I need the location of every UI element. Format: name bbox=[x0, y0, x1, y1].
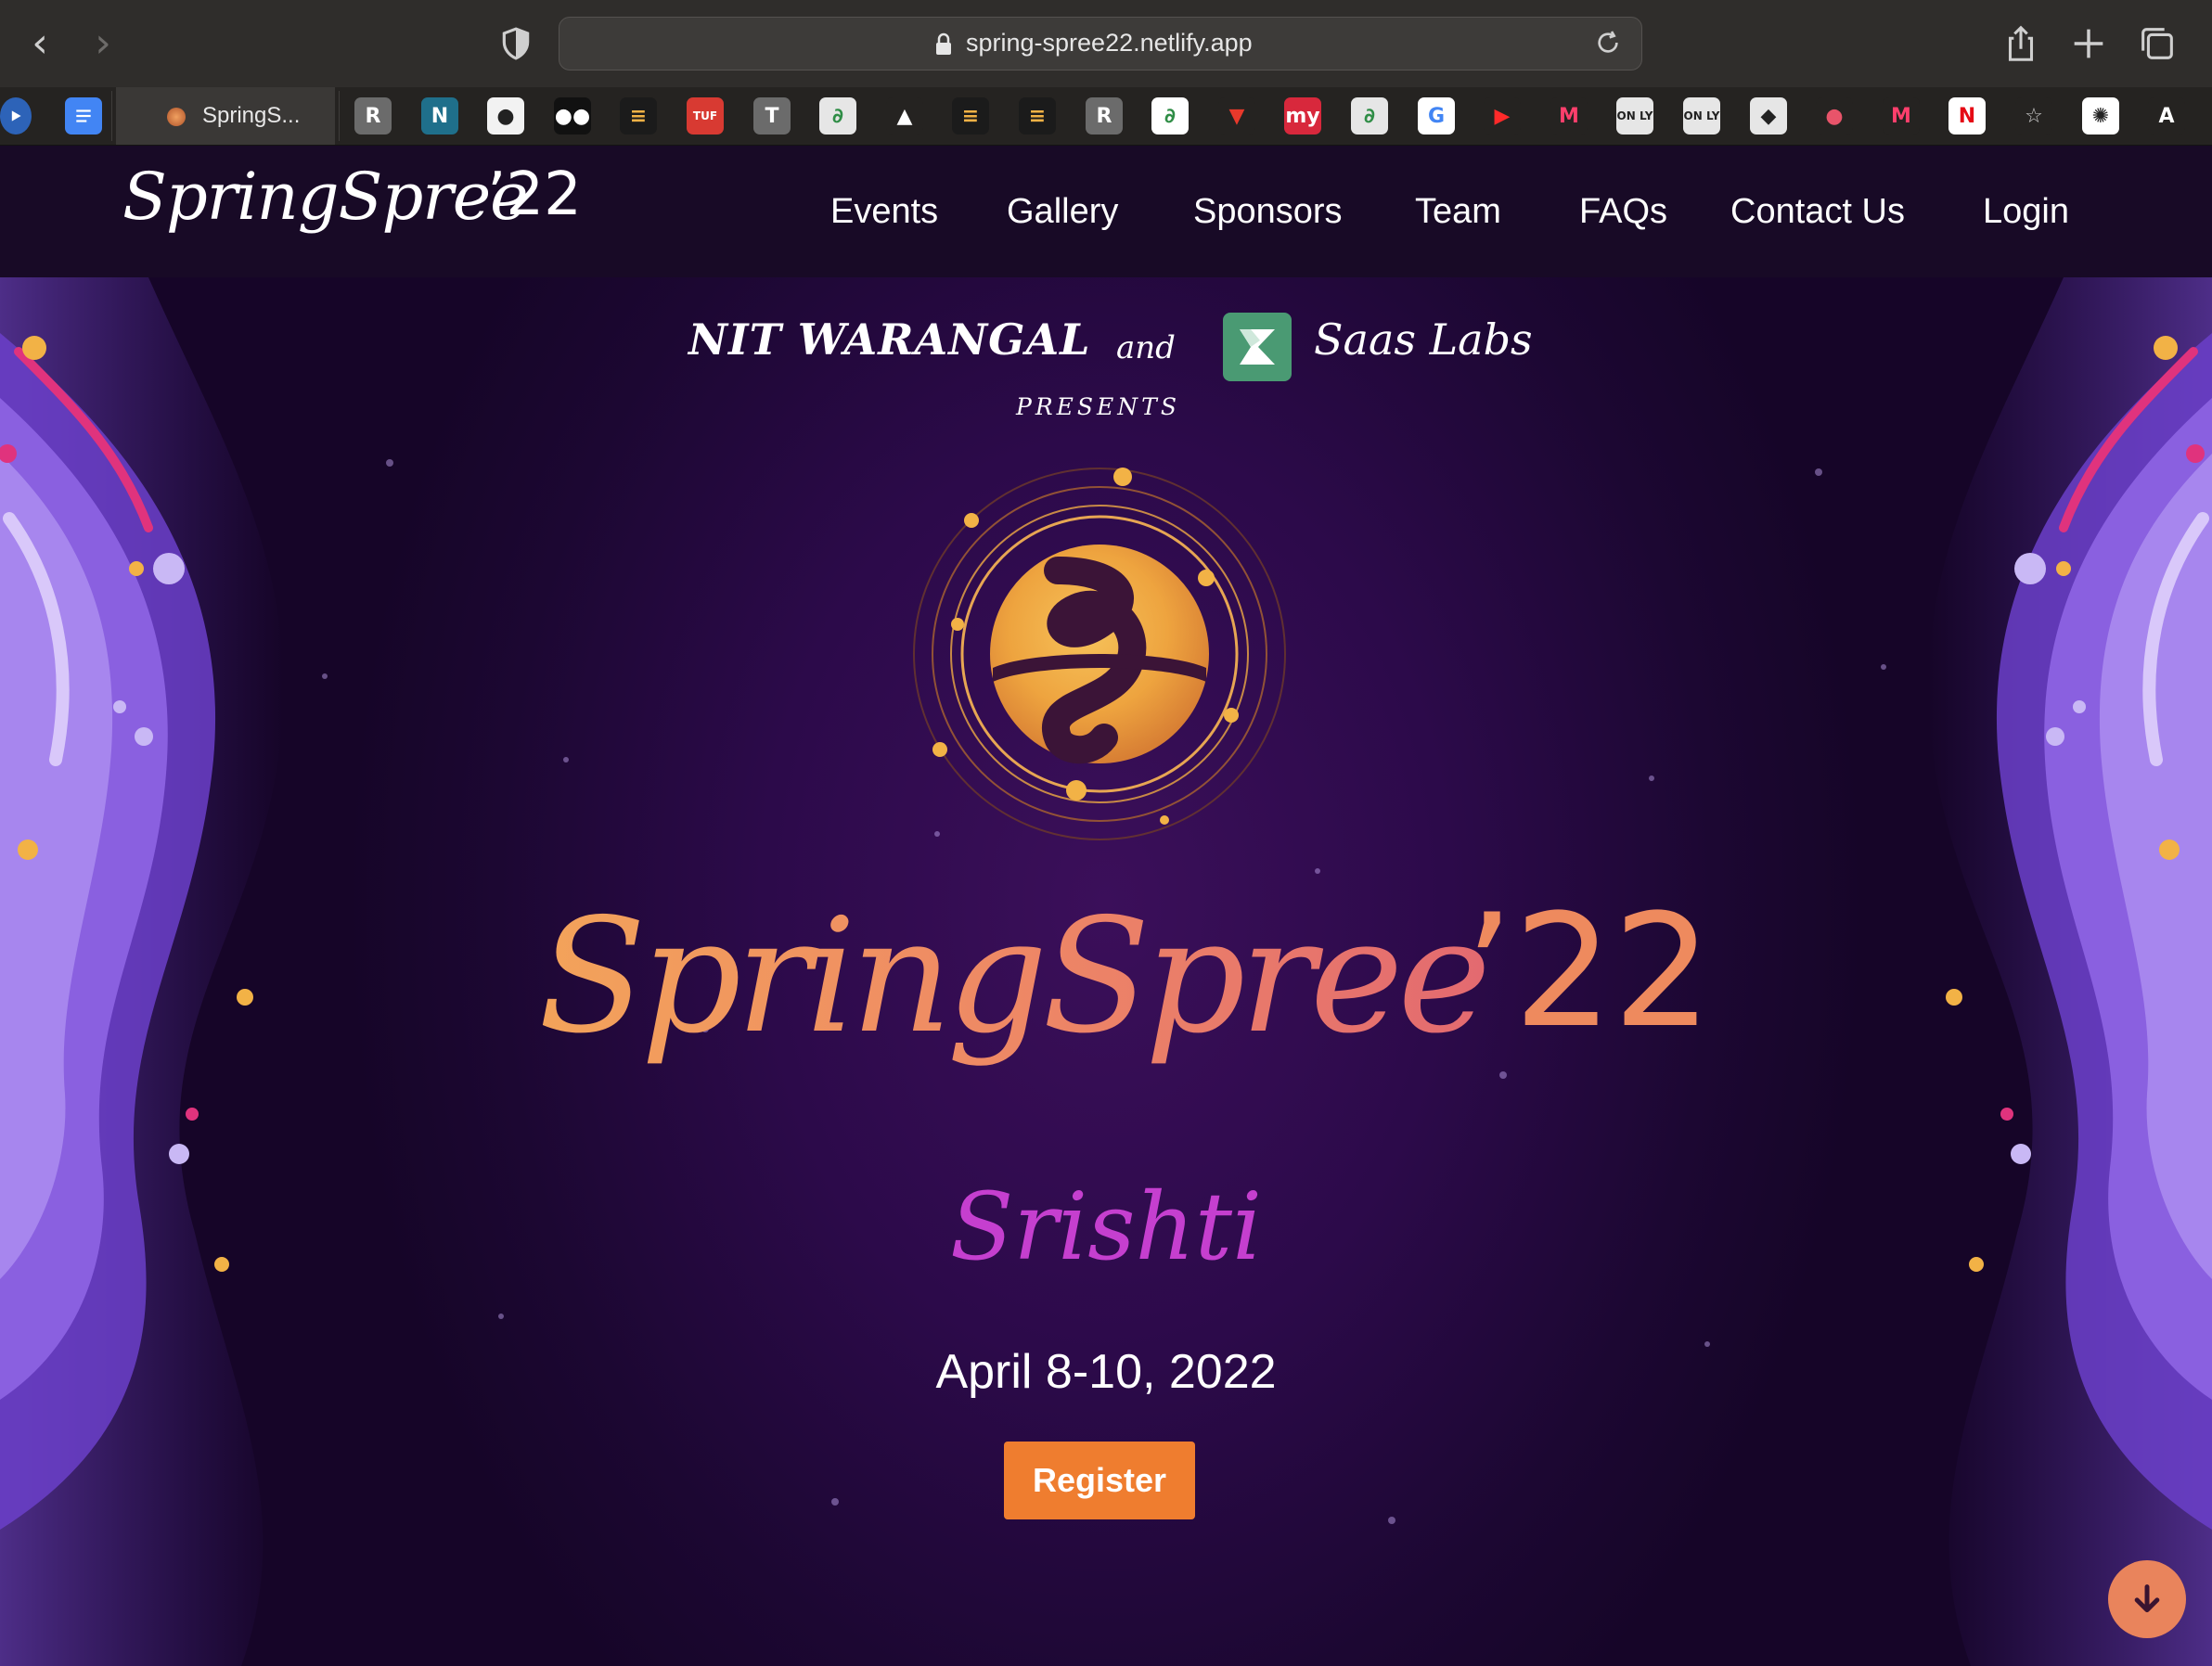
geeksforgeeks-icon[interactable]: ∂ bbox=[1151, 97, 1189, 135]
scroll-down-button[interactable] bbox=[2108, 1560, 2186, 1638]
bookmark-separator bbox=[339, 91, 340, 141]
register-button[interactable]: Register bbox=[1004, 1442, 1195, 1519]
t-icon[interactable]: T bbox=[753, 97, 791, 135]
site-logo[interactable]: SpringSpree bbox=[122, 159, 529, 235]
presents-text: PRESENTS bbox=[1016, 393, 1180, 420]
event-title: SpringSpree bbox=[538, 885, 1491, 1069]
nav-sponsors[interactable]: Sponsors bbox=[1193, 192, 1343, 232]
google-icon[interactable]: G bbox=[1418, 97, 1455, 135]
shield-icon[interactable] bbox=[498, 26, 534, 61]
only-icon[interactable]: ON LY bbox=[1616, 97, 1653, 135]
arrow-down-icon bbox=[2134, 1584, 2160, 1613]
forward-icon[interactable]: › bbox=[80, 20, 126, 67]
bookmark-separator bbox=[111, 91, 112, 141]
only-icon[interactable]: ON LY bbox=[1683, 97, 1720, 135]
tab-overview-icon[interactable] bbox=[2136, 22, 2179, 65]
nav-login[interactable]: Login bbox=[1983, 192, 2069, 232]
saas-labs-logo bbox=[1223, 313, 1292, 381]
nav-contact-us[interactable]: Contact Us bbox=[1730, 192, 1905, 232]
hackerrank-icon[interactable]: ≡ bbox=[1019, 97, 1056, 135]
active-tab[interactable]: SpringS... bbox=[116, 87, 335, 145]
share-icon[interactable] bbox=[2000, 22, 2042, 65]
geeksforgeeks-icon[interactable]: ∂ bbox=[819, 97, 856, 135]
openai-icon[interactable]: ✺ bbox=[2082, 97, 2119, 135]
youtube-icon[interactable]: ▶ bbox=[1484, 97, 1521, 135]
nav-events[interactable]: Events bbox=[830, 192, 938, 232]
r-icon[interactable]: R bbox=[354, 97, 392, 135]
event-dates: April 8-10, 2022 bbox=[935, 1345, 1277, 1399]
medium-icon[interactable]: ●● bbox=[554, 97, 591, 135]
sponsor-name: Saas Labs bbox=[1314, 314, 1533, 365]
org-name: NIT WARANGAL bbox=[688, 314, 1091, 365]
event-theme: Srishti bbox=[949, 1173, 1263, 1281]
and-text: and bbox=[1116, 329, 1176, 366]
star-icon[interactable]: ☆ bbox=[2015, 97, 2052, 135]
browser-toolbar: ‹ › spring-spree22.netlify.app bbox=[0, 0, 2212, 87]
nav-faqs[interactable]: FAQs bbox=[1579, 192, 1667, 232]
geeksforgeeks-icon[interactable]: ∂ bbox=[1351, 97, 1388, 135]
netflix-icon[interactable]: N bbox=[1948, 97, 1986, 135]
hackerrank-icon[interactable]: ≡ bbox=[952, 97, 989, 135]
play-icon[interactable] bbox=[0, 97, 32, 135]
tab-title: SpringS... bbox=[202, 103, 301, 128]
n-icon[interactable]: N bbox=[421, 97, 458, 135]
presenters-row: NIT WARANGAL and Saas Labs PRESENTS bbox=[0, 298, 2212, 420]
site-navbar: SpringSpree ’22 Events Gallery Sponsors … bbox=[0, 146, 2212, 277]
my-icon[interactable]: my bbox=[1284, 97, 1321, 135]
nav-gallery[interactable]: Gallery bbox=[1007, 192, 1118, 232]
hero-section: NIT WARANGAL and Saas Labs PRESENTS Spri… bbox=[0, 277, 2212, 1666]
site-logo-year[interactable]: ’22 bbox=[487, 160, 582, 229]
tuf-icon[interactable]: TUF bbox=[687, 97, 724, 135]
hackerrank-icon[interactable]: ≡ bbox=[620, 97, 657, 135]
back-icon[interactable]: ‹ bbox=[17, 20, 63, 67]
r-icon[interactable]: R bbox=[1086, 97, 1123, 135]
springspree-emblem bbox=[913, 468, 1286, 840]
google-docs-icon[interactable] bbox=[65, 97, 102, 135]
lock-icon bbox=[936, 32, 951, 55]
v-icon[interactable]: ▼ bbox=[1218, 97, 1255, 135]
event-title-year: ’22 bbox=[1464, 880, 1713, 1062]
a-icon[interactable]: A bbox=[2148, 97, 2185, 135]
reload-icon[interactable] bbox=[1593, 28, 1623, 58]
new-tab-icon[interactable] bbox=[2067, 22, 2110, 65]
springspree-favicon bbox=[167, 108, 186, 126]
nav-team[interactable]: Team bbox=[1415, 192, 1501, 232]
myntra-icon[interactable]: M bbox=[1550, 97, 1588, 135]
circles-icon[interactable]: ● bbox=[1816, 97, 1853, 135]
address-bar[interactable]: spring-spree22.netlify.app bbox=[559, 17, 1642, 70]
url-text: spring-spree22.netlify.app bbox=[966, 29, 1253, 57]
diamond-icon[interactable]: ◆ bbox=[1750, 97, 1787, 135]
rocket-icon[interactable]: ▲ bbox=[886, 97, 923, 135]
github-icon[interactable]: ● bbox=[487, 97, 524, 135]
myntra-icon[interactable]: M bbox=[1883, 97, 1920, 135]
